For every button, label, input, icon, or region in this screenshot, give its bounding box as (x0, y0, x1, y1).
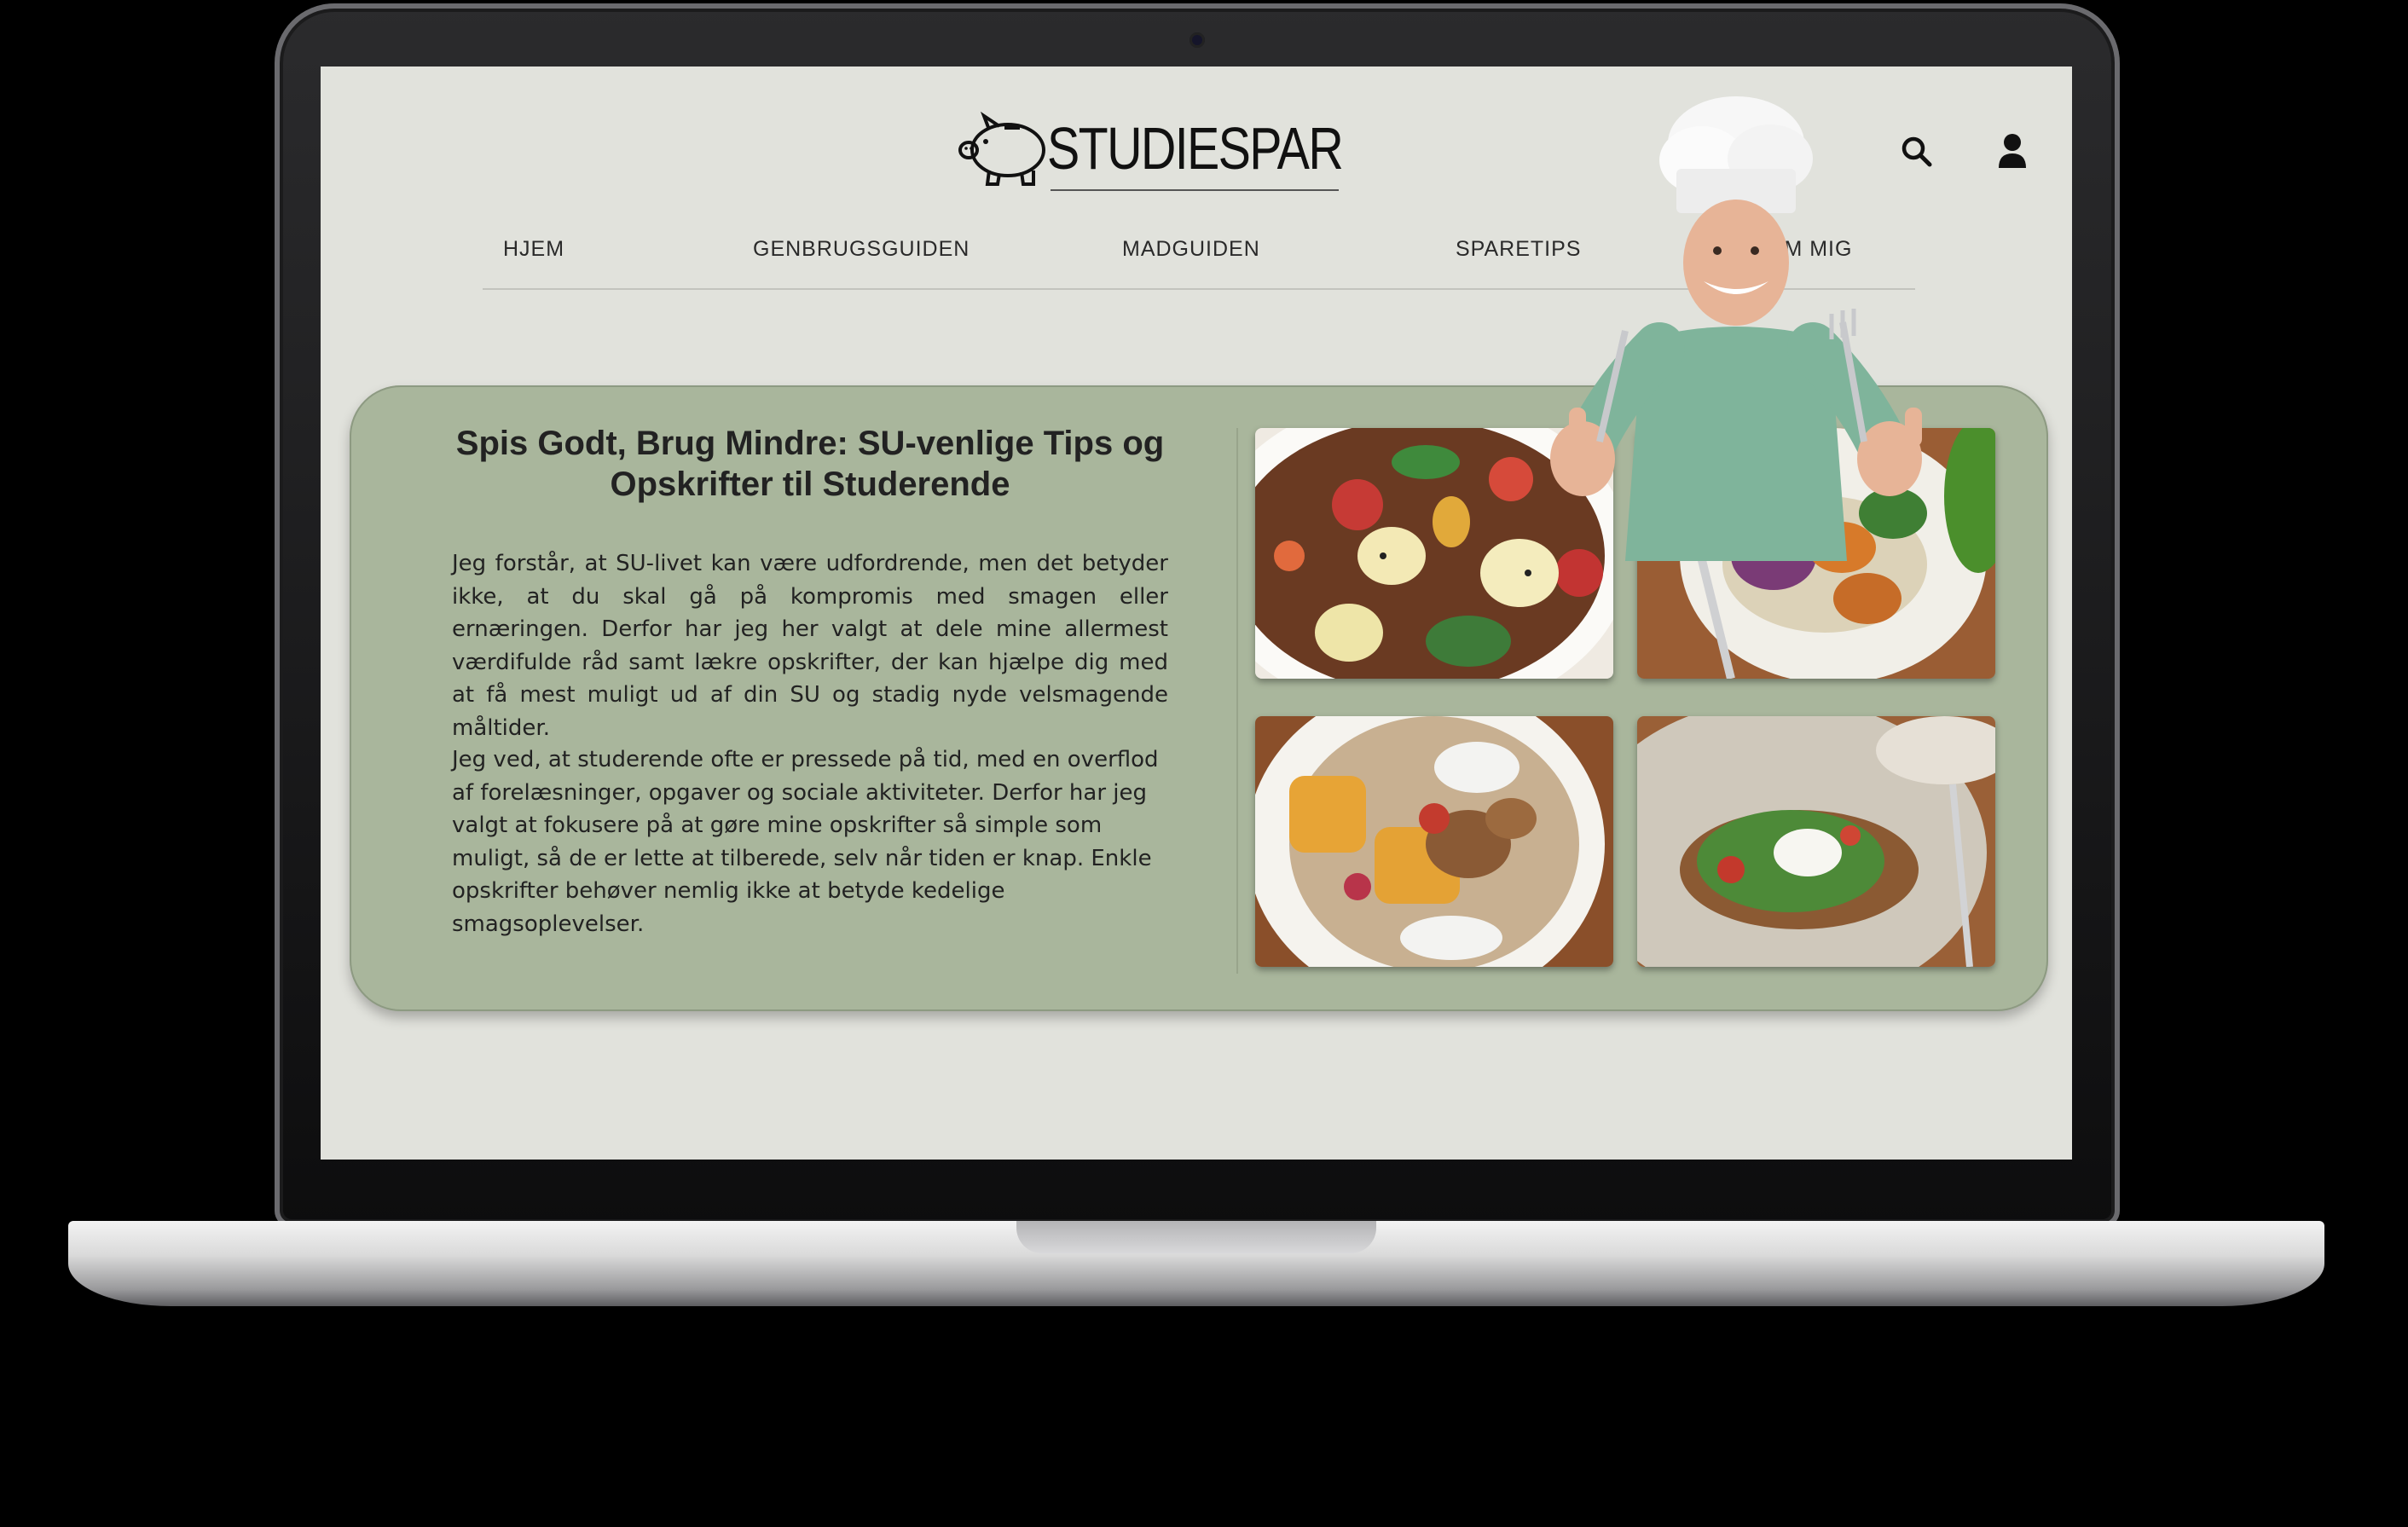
website-screen: STUDIESPAR HJEM GENBRUGSGUIDEN MADGUIDEN (321, 67, 2072, 1160)
nav-item-hjem[interactable]: HJEM (503, 237, 564, 262)
piggy-bank-icon (958, 111, 1045, 186)
card-divider (1236, 428, 1238, 974)
food-photo-wrap (1255, 716, 1613, 967)
site-logo[interactable]: STUDIESPAR (955, 109, 1344, 194)
user-icon[interactable] (1997, 133, 2028, 169)
chef-mascot-image (1514, 84, 1958, 561)
nav-item-genbrugsguiden[interactable]: GENBRUGSGUIDEN (753, 237, 970, 262)
hero-title: Spis Godt, Brug Mindre: SU-venlige Tips … (455, 425, 1165, 503)
nav-item-madguiden[interactable]: MADGUIDEN (1122, 237, 1260, 262)
laptop-mockup: STUDIESPAR HJEM GENBRUGSGUIDEN MADGUIDEN (0, 0, 2408, 1527)
food-photo-toast-salad (1637, 716, 1995, 967)
laptop-notch (1016, 1221, 1376, 1253)
logo-text: STUDIESPAR (1047, 115, 1344, 182)
camera-icon (1190, 32, 1205, 48)
logo-underline (1051, 189, 1339, 191)
hero-paragraph-2: Jeg ved, at studerende ofte er pressede … (452, 747, 1159, 937)
hero-paragraph-1: Jeg forstår, at SU-livet kan være udford… (452, 551, 1168, 741)
